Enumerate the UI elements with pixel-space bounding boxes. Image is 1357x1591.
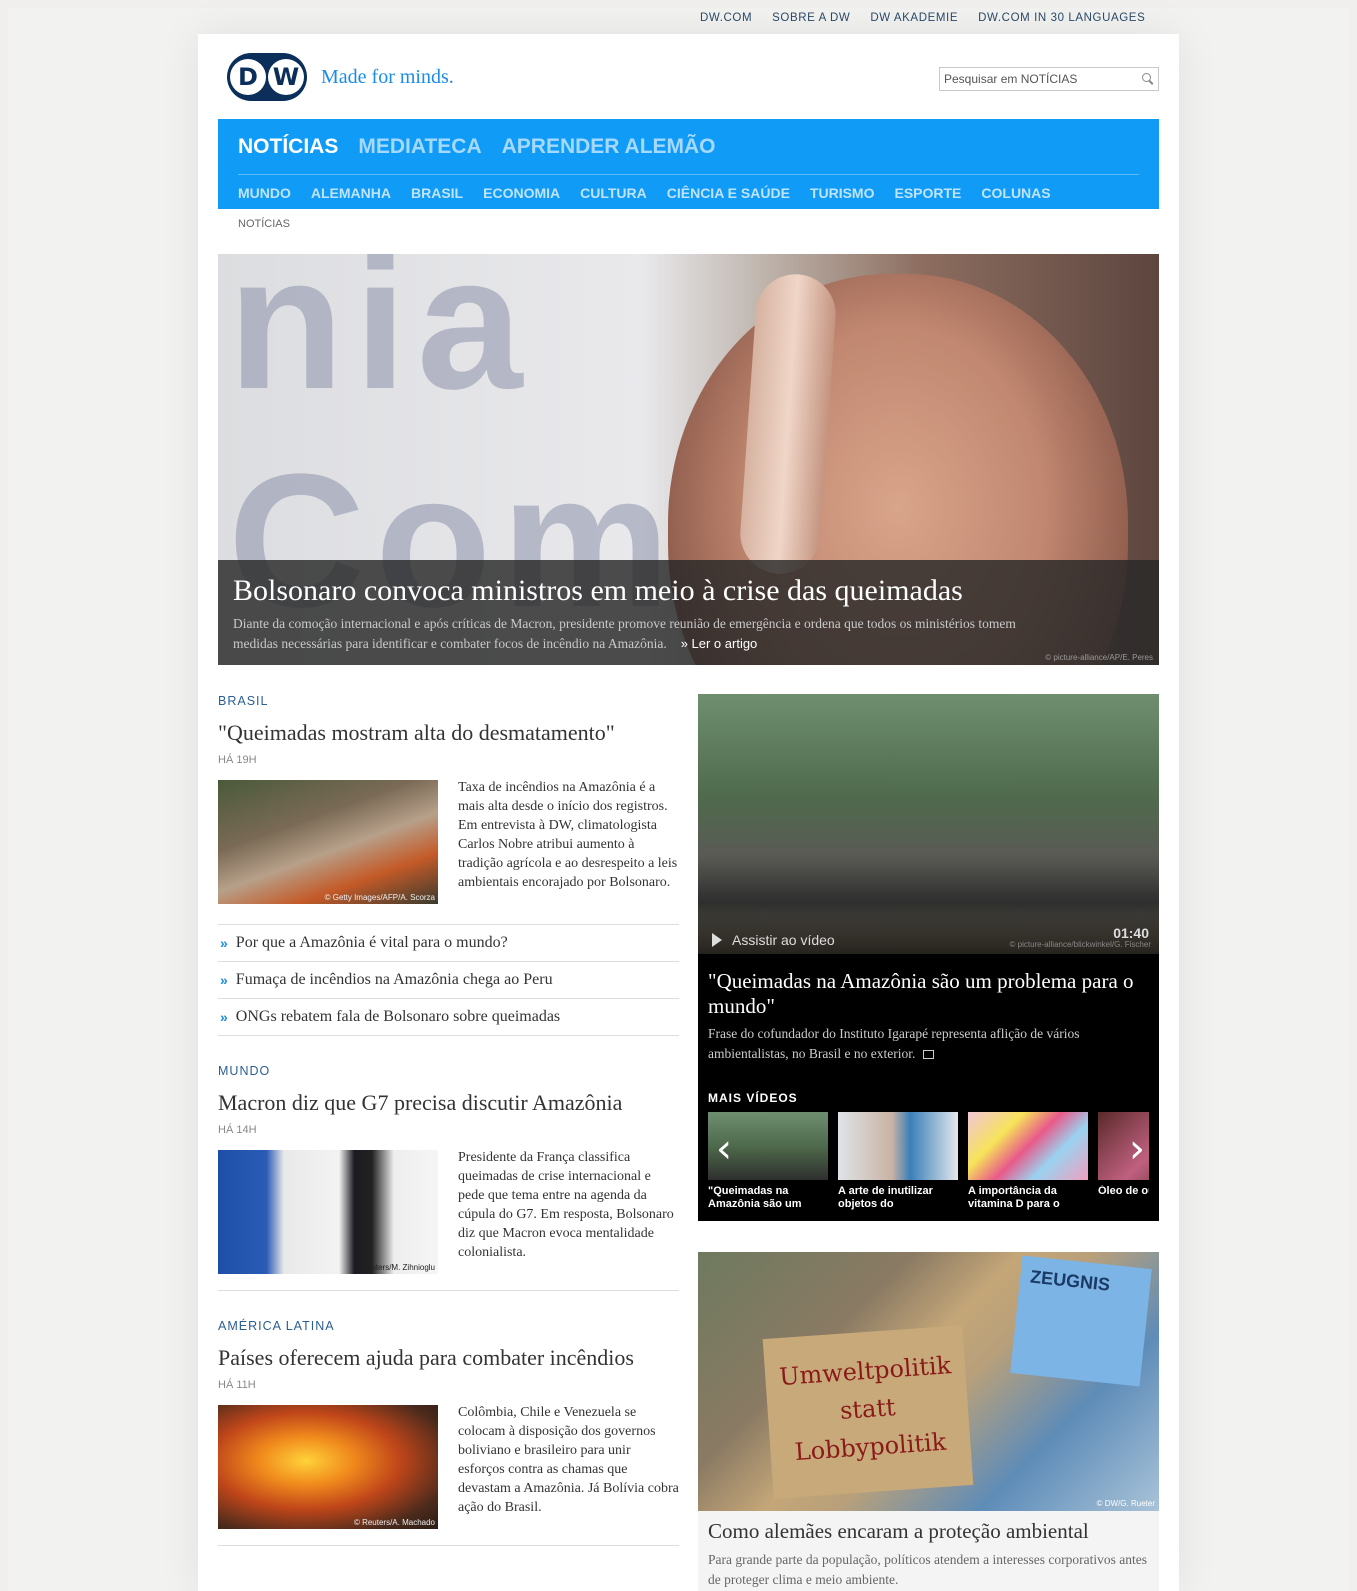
- video-thumbnail[interactable]: [698, 694, 1159, 954]
- article-title[interactable]: "Queimadas mostram alta do desmatamento": [218, 720, 679, 746]
- related-link[interactable]: » Fumaça de incêndios na Amazônia chega a…: [218, 962, 679, 999]
- subnav-esporte[interactable]: ESPORTE: [894, 185, 961, 201]
- subnav-cultura[interactable]: CULTURA: [580, 185, 647, 201]
- double-chevron-icon: »: [220, 935, 228, 951]
- subnav-colunas[interactable]: COLUNAS: [981, 185, 1050, 201]
- carousel-item[interactable]: A arte de inutilizar objetos do: [838, 1112, 958, 1212]
- carousel-thumbnail: [968, 1112, 1088, 1180]
- article-thumbnail[interactable]: © Reuters/A. Machado: [218, 1405, 438, 1529]
- video-carousel: "Queimadas na Amazônia são um A arte de …: [708, 1112, 1149, 1212]
- page-container: DW Made for minds. NOTÍCIAS MEDIATECA AP…: [198, 34, 1179, 1591]
- top-link-akademie[interactable]: DW AKADEMIE: [870, 12, 958, 24]
- video-module: Assistir ao vídeo 01:40 © picture-allian…: [698, 694, 1159, 1221]
- section-label[interactable]: BRASIL: [218, 694, 679, 708]
- subnav-alemanha[interactable]: ALEMANHA: [311, 185, 391, 201]
- feature-article[interactable]: Umweltpolitik statt Lobbypolitik ZEUGNIS…: [698, 1252, 1159, 1591]
- hero-text: Diante da comoção internacional e após c…: [233, 614, 1033, 654]
- video-credit: © picture-alliance/blickwinkel/G. Fische…: [1009, 940, 1152, 949]
- video-icon: [922, 1050, 934, 1060]
- carousel-caption: A importância da vitamina D para o: [968, 1185, 1060, 1210]
- tagline: Made for minds.: [321, 65, 454, 88]
- subnav-turismo[interactable]: TURISMO: [810, 185, 875, 201]
- related-link[interactable]: » ONGs rebatem fala de Bolsonaro sobre qu…: [218, 999, 679, 1036]
- article-column: BRASIL "Queimadas mostram alta do desmat…: [218, 694, 679, 1546]
- article-title[interactable]: Países oferecem ajuda para combater incê…: [218, 1345, 679, 1371]
- related-link-text: Fumaça de incêndios na Amazônia chega ao…: [235, 971, 553, 988]
- hero-caption: Bolsonaro convoca ministros em meio à cr…: [218, 560, 1159, 665]
- article-block: BRASIL "Queimadas mostram alta do desmat…: [218, 694, 679, 1036]
- article-summary: Colômbia, Chile e Venezuela se colocam à…: [458, 1405, 679, 1515]
- video-title[interactable]: "Queimadas na Amazônia são um problema p…: [708, 969, 1148, 1019]
- top-link-languages[interactable]: DW.COM IN 30 LANGUAGES: [978, 12, 1145, 24]
- top-link-sobre[interactable]: SOBRE A DW: [772, 12, 850, 24]
- thumbnail-credit: © Reuters/A. Machado: [353, 1518, 435, 1527]
- top-link-dwcom[interactable]: DW.COM: [700, 12, 752, 24]
- main-navigation: NOTÍCIAS MEDIATECA APRENDER ALEMÃO MUNDO…: [218, 119, 1159, 209]
- feature-image: Umweltpolitik statt Lobbypolitik ZEUGNIS…: [698, 1252, 1159, 1511]
- article-thumbnail[interactable]: © Getty Images/AFP/A. Scorza: [218, 780, 438, 904]
- article-block: MUNDO Macron diz que G7 precisa discutir…: [218, 1064, 679, 1291]
- hero-summary: Diante da comoção internacional e após c…: [233, 616, 1016, 651]
- divider: [218, 1290, 679, 1291]
- double-chevron-icon: »: [220, 1009, 228, 1025]
- related-link-text: ONGs rebatem fala de Bolsonaro sobre que…: [235, 1008, 561, 1025]
- article-title[interactable]: Macron diz que G7 precisa discutir Amazô…: [218, 1090, 679, 1116]
- thumbnail-credit: © Reuters/M. Zihnioglu: [353, 1263, 435, 1272]
- related-link-text: Por que a Amazônia é vital para o mundo?: [235, 934, 508, 951]
- protest-sign-secondary: ZEUGNIS: [1010, 1255, 1152, 1387]
- carousel-prev-icon[interactable]: ‹: [710, 1119, 738, 1179]
- dw-logo-icon: DW: [227, 53, 307, 101]
- article-summary: Presidente da França classifica queimada…: [458, 1150, 674, 1260]
- section-label[interactable]: AMÉRICA LATINA: [218, 1319, 679, 1333]
- nav-aprender-alemao[interactable]: APRENDER ALEMÃO: [502, 135, 716, 159]
- nav-noticias[interactable]: NOTÍCIAS: [238, 135, 338, 159]
- article-time: HÁ 11H: [218, 1379, 256, 1391]
- search-box: [939, 67, 1159, 91]
- video-duration: 01:40: [1113, 925, 1149, 941]
- article-thumbnail[interactable]: © Reuters/M. Zihnioglu: [218, 1150, 438, 1274]
- search-input[interactable]: [944, 72, 1142, 86]
- protest-sign: Umweltpolitik statt Lobbypolitik: [762, 1325, 974, 1499]
- related-links: » Por que a Amazônia é vital para o mundo…: [218, 924, 679, 1036]
- subnav-economia[interactable]: ECONOMIA: [483, 185, 560, 201]
- play-icon: [712, 933, 722, 947]
- carousel-next-icon[interactable]: ›: [1123, 1119, 1151, 1179]
- hero-credit: © picture-alliance/AP/E. Peres: [1045, 653, 1153, 662]
- article-time: HÁ 14H: [218, 1124, 257, 1136]
- hero-read-more-link[interactable]: » Ler o artigo: [681, 636, 758, 651]
- hero-title[interactable]: Bolsonaro convoca ministros em meio à cr…: [233, 574, 1144, 608]
- logo[interactable]: DW Made for minds.: [227, 53, 454, 101]
- carousel-caption: Óleo de ouro pe: [1098, 1185, 1149, 1197]
- carousel-thumbnail: [838, 1112, 958, 1180]
- breadcrumb[interactable]: NOTÍCIAS: [238, 218, 290, 230]
- double-chevron-icon: »: [220, 972, 228, 988]
- hero-article[interactable]: nia Com Bolsonaro convoca ministros em me…: [218, 254, 1159, 665]
- related-link[interactable]: » Por que a Amazônia é vital para o mundo…: [218, 925, 679, 962]
- nav-divider: [238, 174, 1139, 175]
- thumbnail-credit: © Getty Images/AFP/A. Scorza: [324, 893, 435, 902]
- more-videos-label: MAIS VÍDEOS: [708, 1091, 798, 1105]
- nav-mediateca[interactable]: MEDIATECA: [358, 135, 481, 159]
- section-label[interactable]: MUNDO: [218, 1064, 679, 1078]
- subnav-ciencia[interactable]: CIÊNCIA E SAÚDE: [667, 185, 790, 201]
- play-label: Assistir ao vídeo: [732, 932, 835, 948]
- article-summary: Taxa de incêndios na Amazônia é a mais a…: [458, 780, 678, 890]
- video-description-text: Frase do cofundador do Instituto Igarapé…: [708, 1026, 1080, 1061]
- feature-credit: © DW/G. Rueter: [1096, 1499, 1155, 1508]
- play-video-button[interactable]: Assistir ao vídeo: [712, 932, 835, 948]
- video-description: Frase do cofundador do Instituto Igarapé…: [708, 1024, 1148, 1064]
- divider: [218, 1545, 679, 1546]
- subnav-mundo[interactable]: MUNDO: [238, 185, 291, 201]
- feature-title[interactable]: Como alemães encaram a proteção ambienta…: [698, 1511, 1159, 1544]
- subnav-brasil[interactable]: BRASIL: [411, 185, 463, 201]
- article-time: HÁ 19H: [218, 754, 257, 766]
- feature-summary: Para grande parte da população, político…: [708, 1552, 1147, 1587]
- top-links: DW.COM SOBRE A DW DW AKADEMIE DW.COM IN …: [700, 12, 1145, 24]
- carousel-caption: A arte de inutilizar objetos do: [838, 1185, 933, 1210]
- article-block: AMÉRICA LATINA Países oferecem ajuda par…: [218, 1319, 679, 1546]
- carousel-item[interactable]: A importância da vitamina D para o: [968, 1112, 1088, 1212]
- carousel-caption: "Queimadas na Amazônia são um: [708, 1185, 802, 1210]
- search-icon[interactable]: [1142, 73, 1154, 85]
